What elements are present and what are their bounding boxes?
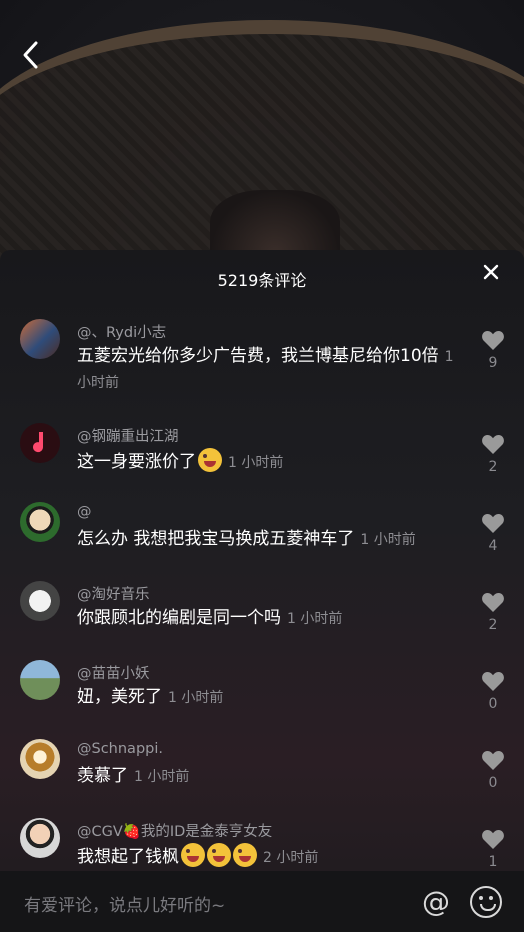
like-count: 0: [488, 696, 498, 712]
user-avatar[interactable]: [20, 581, 60, 621]
comments-count-title: 5219条评论: [217, 271, 307, 290]
heart-icon: [482, 593, 504, 612]
like-button[interactable]: 9: [480, 329, 506, 371]
laugh-cry-emoji-icon: [181, 843, 205, 867]
emoji-button[interactable]: [470, 886, 502, 918]
like-count: 4: [488, 538, 498, 554]
comment-username[interactable]: @苗苗小妖: [77, 662, 150, 683]
comment-body: 五菱宏光给你多少广告费，我兰博基尼给你10倍: [77, 346, 439, 366]
comment-body: 羡慕了: [77, 766, 128, 786]
like-button[interactable]: 2: [480, 433, 506, 475]
chevron-left-icon: [23, 41, 38, 69]
like-button[interactable]: 0: [480, 670, 506, 712]
comment-username[interactable]: @CGV🍓我的ID是金泰亨女友: [77, 820, 272, 841]
comment-username[interactable]: @淘好音乐: [77, 583, 150, 604]
laugh-cry-emoji-icon: [207, 843, 231, 867]
like-button[interactable]: 0: [480, 749, 506, 791]
user-avatar[interactable]: [20, 660, 60, 700]
like-count: 2: [488, 459, 498, 475]
comment-username[interactable]: @钢蹦重出江湖: [77, 425, 179, 446]
comment-item[interactable]: @Schnappi. 羡慕了 1 小时前 0: [0, 724, 524, 803]
comment-username[interactable]: @、Rydi小志: [77, 321, 166, 342]
comment-text: 你跟顾北的编剧是同一个吗 1 小时前: [77, 606, 457, 632]
comment-time: 2 小时前: [263, 850, 319, 866]
comment-username[interactable]: @Schnappi.: [77, 741, 163, 757]
comments-header: 5219条评论: [0, 250, 524, 304]
at-button[interactable]: @: [422, 885, 450, 918]
comment-text: 羡慕了 1 小时前: [77, 764, 457, 790]
comment-text: 我想起了钱枫 2 小时前: [77, 843, 457, 871]
comment-body: 怎么办 我想把我宝马换成五菱神车了: [77, 529, 355, 549]
user-avatar[interactable]: [20, 739, 60, 779]
comments-panel: 5219条评论 @、Rydi小志 五菱宏光给你多少广告费，我兰博基尼给你10倍 1…: [0, 250, 524, 932]
at-icon: @: [422, 885, 450, 918]
comment-time: 1 小时前: [134, 769, 190, 785]
music-note-icon: [33, 432, 44, 453]
comment-text: 这一身要涨价了 1 小时前: [77, 448, 457, 476]
comment-composer: 有爱评论，说点儿好听的~ @: [0, 871, 524, 932]
user-avatar[interactable]: [20, 502, 60, 542]
comment-time: 1 小时前: [287, 611, 343, 627]
comment-list[interactable]: @、Rydi小志 五菱宏光给你多少广告费，我兰博基尼给你10倍 1 小时前 9 @…: [0, 304, 524, 882]
user-avatar[interactable]: [20, 423, 60, 463]
comment-time: 1 小时前: [360, 532, 416, 548]
like-button[interactable]: 2: [480, 591, 506, 633]
like-count: 2: [488, 617, 498, 633]
close-icon: [483, 264, 499, 280]
back-button[interactable]: [20, 40, 50, 74]
laugh-cry-emoji-icon: [198, 448, 222, 472]
heart-icon: [482, 514, 504, 533]
user-avatar[interactable]: [20, 818, 60, 858]
user-avatar[interactable]: [20, 319, 60, 359]
heart-icon: [482, 830, 504, 849]
comment-text: 妞，美死了 1 小时前: [77, 685, 457, 711]
close-button[interactable]: [478, 262, 504, 288]
comment-input[interactable]: 有爱评论，说点儿好听的~: [24, 891, 225, 916]
comment-item[interactable]: @钢蹦重出江湖 这一身要涨价了 1 小时前 2: [0, 408, 524, 487]
like-button[interactable]: 1: [480, 828, 506, 870]
comment-item[interactable]: @淘好音乐 你跟顾北的编剧是同一个吗 1 小时前 2: [0, 566, 524, 645]
heart-icon: [482, 751, 504, 770]
comment-username[interactable]: @: [77, 504, 92, 520]
comment-body: 这一身要涨价了: [77, 452, 196, 472]
comment-text: 怎么办 我想把我宝马换成五菱神车了 1 小时前: [77, 527, 457, 553]
like-count: 0: [488, 775, 498, 791]
heart-icon: [482, 331, 504, 350]
heart-icon: [482, 672, 504, 691]
heart-icon: [482, 435, 504, 454]
comment-body: 你跟顾北的编剧是同一个吗: [77, 608, 281, 628]
comment-item[interactable]: @苗苗小妖 妞，美死了 1 小时前 0: [0, 645, 524, 724]
video-background[interactable]: [0, 0, 524, 260]
comment-text: 五菱宏光给你多少广告费，我兰博基尼给你10倍 1 小时前: [77, 344, 457, 396]
laugh-cry-emoji-icon: [233, 843, 257, 867]
comment-item[interactable]: @、Rydi小志 五菱宏光给你多少广告费，我兰博基尼给你10倍 1 小时前 9: [0, 304, 524, 408]
comment-body: 我想起了钱枫: [77, 847, 179, 867]
comment-time: 1 小时前: [168, 690, 224, 706]
comment-item[interactable]: @ 怎么办 我想把我宝马换成五菱神车了 1 小时前 4: [0, 487, 524, 566]
like-button[interactable]: 4: [480, 512, 506, 554]
like-count: 1: [488, 854, 498, 870]
like-count: 9: [488, 355, 498, 371]
comment-time: 1 小时前: [228, 455, 284, 471]
comment-body: 妞，美死了: [77, 687, 162, 707]
